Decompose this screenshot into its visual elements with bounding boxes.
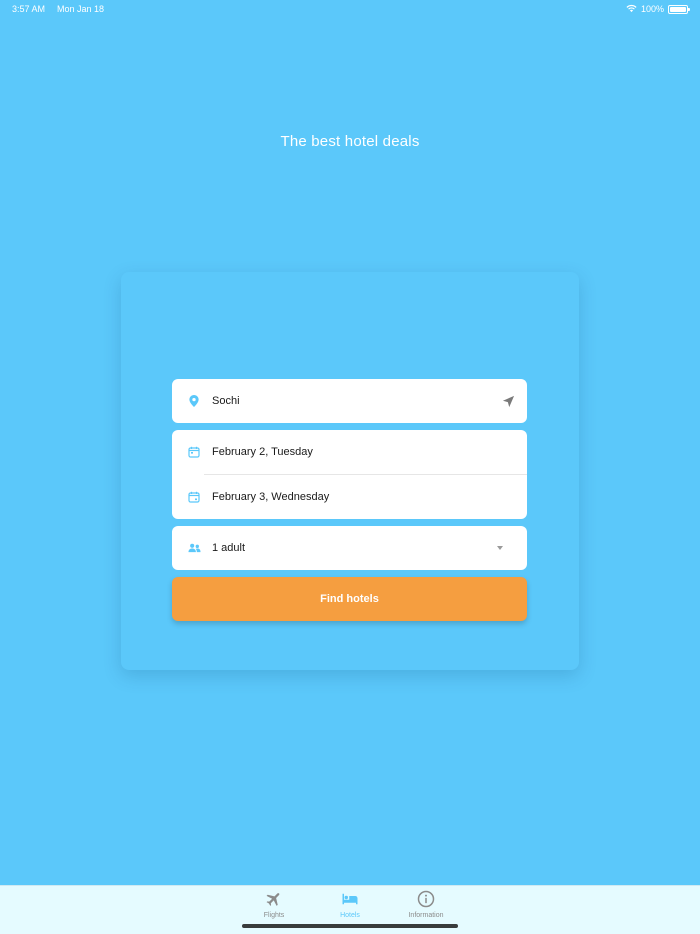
status-time: 3:57 AM — [12, 4, 46, 14]
check-in-field[interactable]: February 2, Tuesday — [172, 430, 527, 474]
calendar-icon — [184, 446, 204, 458]
battery-icon — [668, 4, 690, 14]
wifi-icon — [626, 4, 637, 15]
location-value: Sochi — [212, 395, 240, 407]
airplane-icon — [265, 890, 283, 910]
calendar-icon — [184, 491, 204, 503]
status-bar: 3:57 AM Mon Jan 18 100% — [0, 0, 700, 18]
check-out-field[interactable]: February 3, Wednesday — [172, 475, 527, 519]
page-title: The best hotel deals — [280, 133, 420, 150]
location-field[interactable]: Sochi — [172, 379, 527, 423]
tab-label: Flights — [263, 912, 285, 919]
tab-label: Hotels — [340, 912, 360, 919]
home-indicator[interactable] — [242, 924, 458, 928]
guests-value: 1 adult — [212, 542, 246, 554]
chevron-down-icon — [497, 546, 503, 550]
tab-label: Information — [408, 912, 444, 919]
people-icon — [184, 543, 204, 553]
bed-icon — [341, 890, 359, 910]
status-date: Mon Jan 18 — [57, 4, 105, 14]
dates-group: February 2, Tuesday February 3, Wednesda… — [172, 430, 527, 519]
current-location-icon[interactable] — [502, 395, 515, 408]
find-hotels-button[interactable]: Find hotels — [172, 577, 527, 621]
check-in-value: February 2, Tuesday — [212, 446, 313, 458]
battery-percent: 100% — [640, 4, 664, 14]
search-card: Sochi February 2, Tuesday February 3, We… — [121, 272, 579, 670]
check-out-value: February 3, Wednesday — [212, 491, 330, 503]
guests-selector[interactable]: 1 adult — [172, 526, 527, 570]
location-pin-icon — [184, 395, 204, 407]
info-icon — [417, 890, 435, 910]
